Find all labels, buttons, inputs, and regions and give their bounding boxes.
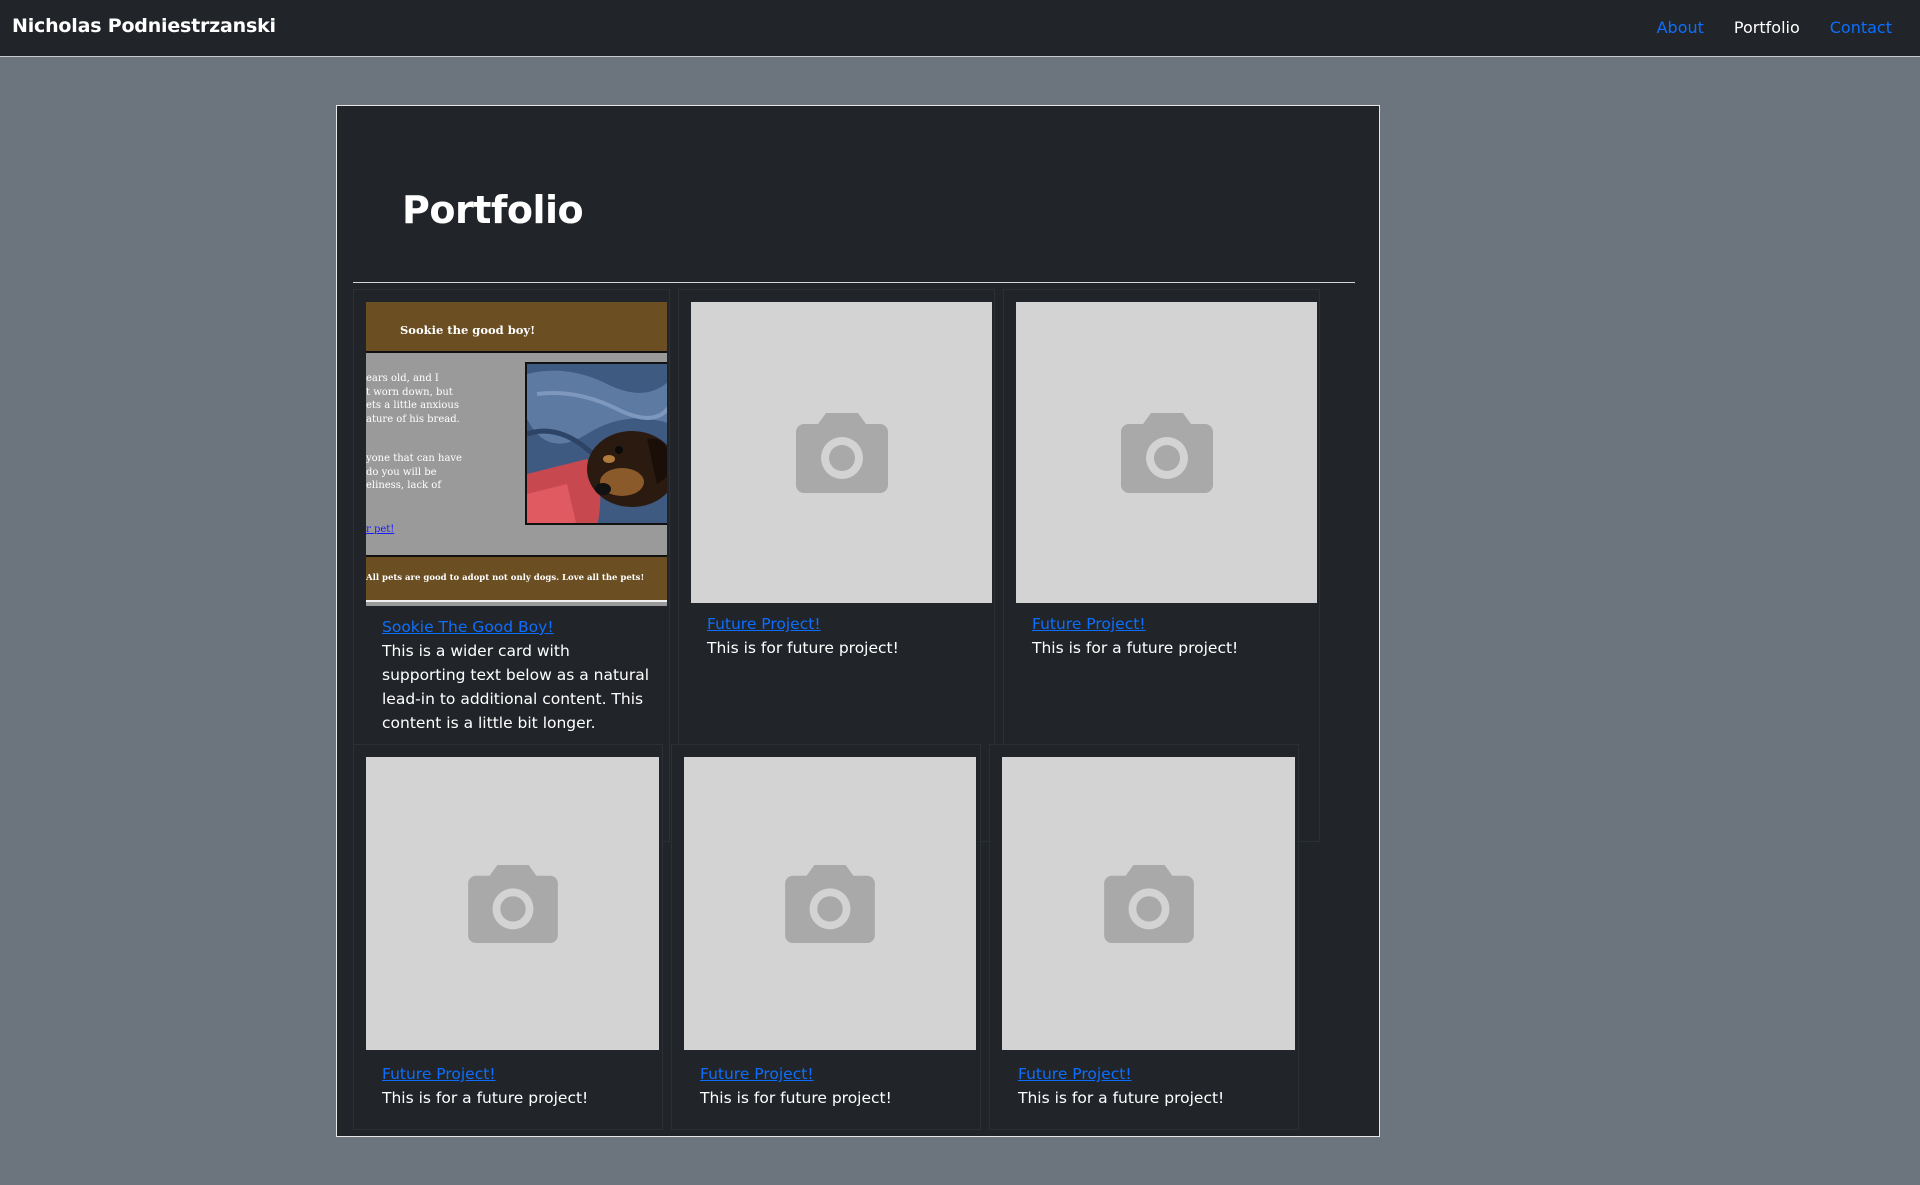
portfolio-card-future-5: Future Project! This is for a future pro… xyxy=(989,744,1299,1130)
card-text: This is for a future project! xyxy=(1018,1089,1225,1107)
card-body: Future Project! This is for future proje… xyxy=(700,1062,966,1110)
placeholder-image[interactable] xyxy=(691,302,992,603)
card-text: This is for a future project! xyxy=(382,1089,589,1107)
nav-link-about[interactable]: About xyxy=(1657,18,1704,37)
card-title-link[interactable]: Future Project! xyxy=(1032,612,1305,636)
navbar-brand[interactable]: Nicholas Podniestrzanski xyxy=(12,15,276,37)
placeholder-image[interactable] xyxy=(684,757,976,1050)
placeholder-image[interactable] xyxy=(1002,757,1295,1050)
nav-link-portfolio[interactable]: Portfolio xyxy=(1734,18,1800,37)
camera-icon xyxy=(795,412,888,493)
card-text: This is a wider card with supporting tex… xyxy=(382,642,650,732)
camera-icon xyxy=(785,864,875,943)
sookie-preview-content: ears old, and I t worn down, but ets a l… xyxy=(366,355,667,555)
camera-icon xyxy=(467,864,558,943)
page-title: Portfolio xyxy=(402,188,584,232)
card-title-link[interactable]: Sookie The Good Boy! xyxy=(382,615,655,639)
placeholder-image[interactable] xyxy=(366,757,659,1050)
title-divider xyxy=(353,282,1355,283)
sookie-preview-header: Sookie the good boy! xyxy=(366,302,667,353)
portfolio-card-future-4: Future Project! This is for future proje… xyxy=(671,744,981,1130)
sookie-preview-link: r pet! xyxy=(366,524,395,535)
portfolio-card-future-3: Future Project! This is for a future pro… xyxy=(353,744,663,1130)
nav-link-contact[interactable]: Contact xyxy=(1830,18,1892,37)
navbar: Nicholas Podniestrzanski About Portfolio… xyxy=(0,0,1920,57)
sookie-preview-heading: Sookie the good boy! xyxy=(400,323,536,337)
card-body: Future Project! This is for a future pro… xyxy=(382,1062,648,1110)
sookie-preview-text-a: ears old, and I t worn down, but ets a l… xyxy=(366,373,460,425)
card-body: Future Project! This is for a future pro… xyxy=(1018,1062,1284,1110)
nav-links: About Portfolio Contact xyxy=(1657,18,1892,37)
card-body: Future Project! This is for a future pro… xyxy=(1032,612,1305,660)
card-body: Future Project! This is for future proje… xyxy=(707,612,980,660)
camera-icon xyxy=(1120,412,1213,493)
sookie-preview-text-b: yone that can have do you will be elines… xyxy=(366,453,462,491)
card-text: This is for future project! xyxy=(707,639,899,657)
sookie-preview-footer: All pets are good to adopt not only dogs… xyxy=(366,555,667,602)
card-title-link[interactable]: Future Project! xyxy=(1018,1062,1284,1086)
card-text: This is for a future project! xyxy=(1032,639,1239,657)
sookie-dog-photo xyxy=(525,362,667,525)
card-text: This is for future project! xyxy=(700,1089,892,1107)
card-title-link[interactable]: Future Project! xyxy=(707,612,980,636)
sookie-preview-image[interactable]: Sookie the good boy! ears old, and I t w… xyxy=(366,302,667,606)
sookie-preview-footer-text: All pets are good to adopt not only dogs… xyxy=(366,573,645,583)
placeholder-image[interactable] xyxy=(1016,302,1317,603)
card-title-link[interactable]: Future Project! xyxy=(382,1062,648,1086)
card-body: Sookie The Good Boy! This is a wider car… xyxy=(382,615,655,735)
portfolio-panel: Portfolio Sookie the good boy! ears old,… xyxy=(336,105,1380,1137)
camera-icon xyxy=(1103,864,1194,943)
card-title-link[interactable]: Future Project! xyxy=(700,1062,966,1086)
